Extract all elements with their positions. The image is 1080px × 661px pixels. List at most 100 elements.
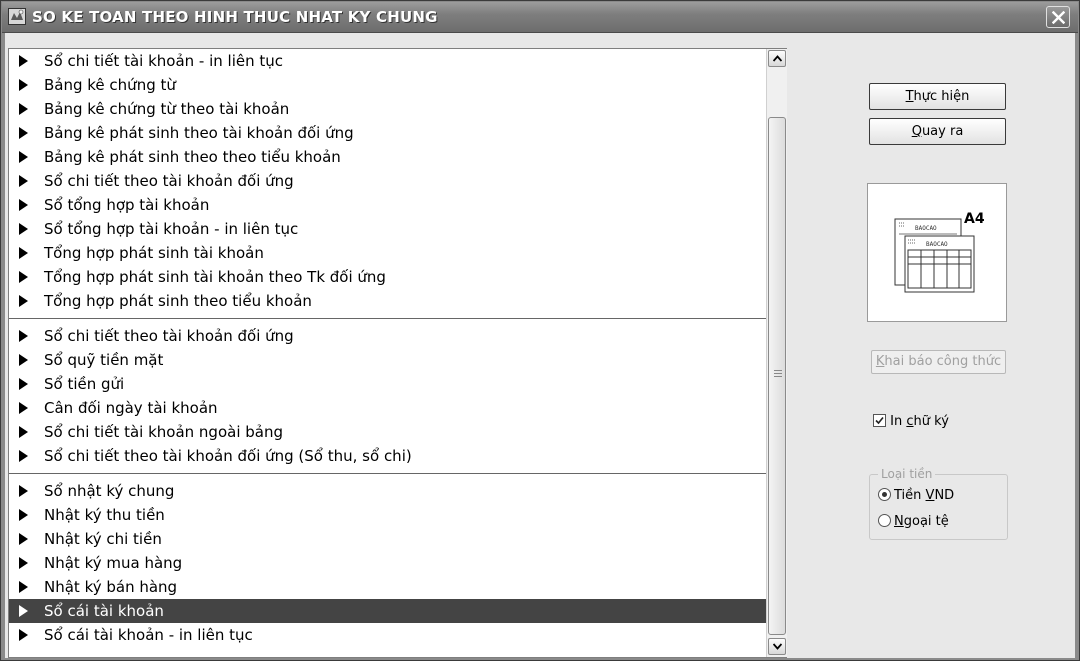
formula-button[interactable]: Khai báo công thức xyxy=(871,350,1006,374)
report-list[interactable]: Sổ chi tiết tài khoản - in liên tục Bảng … xyxy=(8,48,787,658)
list-item-label: Sổ quỹ tiền mặt xyxy=(44,351,164,369)
report-preview-icon: BAOCAO BAOCAO A4 xyxy=(894,211,985,293)
title-bar[interactable]: SO KE TOAN THEO HINH THUC NHAT KY CHUNG xyxy=(2,2,1078,33)
radio-vnd[interactable]: Tiền VND xyxy=(878,488,954,503)
list-item-label: Sổ chi tiết theo tài khoản đối ứng xyxy=(44,172,294,190)
list-item[interactable]: Sổ chi tiết theo tài khoản đối ứng xyxy=(9,169,766,193)
report-preview: BAOCAO BAOCAO A4 xyxy=(867,183,1007,322)
back-button[interactable]: Quay ra xyxy=(869,118,1006,145)
signature-label-prefix: In xyxy=(890,414,907,429)
list-item-label: Sổ tổng hợp tài khoản - in liên tục xyxy=(44,220,299,238)
print-signature-checkbox[interactable] xyxy=(873,414,886,427)
radio-vnd-rest: ND xyxy=(934,488,955,503)
radio-vnd-button[interactable] xyxy=(878,488,891,501)
list-item-label: Sổ chi tiết tài khoản - in liên tục xyxy=(44,52,284,70)
triangle-right-icon xyxy=(19,127,28,139)
triangle-right-icon xyxy=(19,509,28,521)
radio-foreign[interactable]: Ngoại tệ xyxy=(878,514,949,529)
report-window: SO KE TOAN THEO HINH THUC NHAT KY CHUNG … xyxy=(0,0,1080,661)
list-item[interactable]: Bảng kê chứng từ xyxy=(9,73,766,97)
triangle-right-icon xyxy=(19,295,28,307)
triangle-right-icon xyxy=(19,247,28,259)
list-item[interactable]: Tổng hợp phát sinh theo tiểu khoản xyxy=(9,289,766,313)
list-item[interactable]: Sổ cái tài khoản xyxy=(9,599,766,623)
vertical-scrollbar[interactable] xyxy=(766,49,787,657)
list-item[interactable]: Nhật ký thu tiền xyxy=(9,503,766,527)
list-item[interactable]: Sổ chi tiết theo tài khoản đối ứng xyxy=(9,324,766,348)
triangle-right-icon xyxy=(19,485,28,497)
list-item[interactable]: Sổ chi tiết tài khoản - in liên tục xyxy=(9,49,766,73)
formula-label: hai báo công thức xyxy=(884,354,1002,369)
triangle-right-icon xyxy=(19,402,28,414)
list-item[interactable]: Nhật ký bán hàng xyxy=(9,575,766,599)
sheet-label-front: BAOCAO xyxy=(926,241,948,248)
close-button[interactable] xyxy=(1046,6,1070,28)
triangle-right-icon xyxy=(19,199,28,211)
triangle-right-icon xyxy=(19,629,28,641)
list-item[interactable]: Sổ chi tiết theo tài khoản đối ứng (Sổ t… xyxy=(9,444,766,468)
list-item-label: Bảng kê chứng từ xyxy=(44,76,176,94)
list-item-label: Sổ chi tiết tài khoản ngoài bảng xyxy=(44,423,284,441)
list-item[interactable]: Tổng hợp phát sinh tài khoản theo Tk đối… xyxy=(9,265,766,289)
list-item[interactable]: Sổ chi tiết tài khoản ngoài bảng xyxy=(9,420,766,444)
print-signature-option[interactable]: In chữ ký xyxy=(873,414,949,429)
list-item-label: Nhật ký chi tiền xyxy=(44,530,162,548)
list-item-label: Sổ cái tài khoản xyxy=(44,602,164,620)
list-separator xyxy=(9,473,766,474)
list-item[interactable]: Sổ nhật ký chung xyxy=(9,479,766,503)
close-icon xyxy=(1052,11,1065,24)
currency-legend: Loại tiền xyxy=(878,467,936,481)
chevron-down-icon xyxy=(773,643,782,650)
list-item-label: Sổ nhật ký chung xyxy=(44,482,175,500)
list-item[interactable]: Sổ tổng hợp tài khoản xyxy=(9,193,766,217)
radio-foreign-hotkey: N xyxy=(894,514,904,529)
triangle-right-icon xyxy=(19,557,28,569)
execute-label: hực hiện xyxy=(913,89,970,104)
list-item-label: Bảng kê phát sinh theo tài khoản đối ứng xyxy=(44,124,354,142)
triangle-right-icon xyxy=(19,79,28,91)
scroll-down-button[interactable] xyxy=(768,638,786,655)
execute-button[interactable]: Thực hiện xyxy=(869,83,1006,110)
dialog-body: Sổ chi tiết tài khoản - in liên tục Bảng … xyxy=(5,33,1075,658)
app-icon xyxy=(8,8,26,25)
radio-foreign-button[interactable] xyxy=(878,514,891,527)
list-item-label: Tổng hợp phát sinh tài khoản xyxy=(44,244,264,262)
chevron-up-icon xyxy=(773,55,782,62)
list-item-label: Cân đối ngày tài khoản xyxy=(44,399,218,417)
list-item-label: Nhật ký mua hàng xyxy=(44,554,183,572)
sheet-label-back: BAOCAO xyxy=(915,225,937,232)
list-item[interactable]: Tổng hợp phát sinh tài khoản xyxy=(9,241,766,265)
list-item[interactable]: Sổ tổng hợp tài khoản - in liên tục xyxy=(9,217,766,241)
signature-label-rest: hữ ký xyxy=(913,414,949,429)
list-item[interactable]: Sổ quỹ tiền mặt xyxy=(9,348,766,372)
list-item[interactable]: Sổ cái tài khoản - in liên tục xyxy=(9,623,766,647)
triangle-right-icon xyxy=(19,533,28,545)
signature-hotkey: c xyxy=(906,414,914,429)
triangle-right-icon xyxy=(19,605,28,617)
list-item[interactable]: Bảng kê chứng từ theo tài khoản xyxy=(9,97,766,121)
list-item[interactable]: Nhật ký chi tiền xyxy=(9,527,766,551)
list-item-label: Sổ tổng hợp tài khoản xyxy=(44,196,210,214)
report-list-items: Sổ chi tiết tài khoản - in liên tục Bảng … xyxy=(9,49,766,657)
triangle-right-icon xyxy=(19,175,28,187)
scroll-up-button[interactable] xyxy=(768,50,786,67)
triangle-right-icon xyxy=(19,581,28,593)
list-item-label: Nhật ký bán hàng xyxy=(44,578,178,596)
list-item[interactable]: Bảng kê phát sinh theo tài khoản đối ứng xyxy=(9,121,766,145)
currency-group: Loại tiền Tiền VND Ngoại tệ xyxy=(869,467,1008,540)
triangle-right-icon xyxy=(19,55,28,67)
list-item-label: Tổng hợp phát sinh tài khoản theo Tk đối… xyxy=(44,268,386,286)
list-item[interactable]: Cân đối ngày tài khoản xyxy=(9,396,766,420)
list-item[interactable]: Nhật ký mua hàng xyxy=(9,551,766,575)
back-label: uay ra xyxy=(921,124,964,139)
list-item[interactable]: Bảng kê phát sinh theo theo tiểu khoản xyxy=(9,145,766,169)
triangle-right-icon xyxy=(19,426,28,438)
scroll-thumb[interactable] xyxy=(768,117,786,635)
list-item-label: Bảng kê phát sinh theo theo tiểu khoản xyxy=(44,148,341,166)
list-item-label: Sổ chi tiết theo tài khoản đối ứng (Sổ t… xyxy=(44,447,412,465)
list-item[interactable]: Sổ tiền gửi xyxy=(9,372,766,396)
triangle-right-icon xyxy=(19,378,28,390)
back-hotkey: Q xyxy=(911,124,922,139)
list-item-label: Bảng kê chứng từ theo tài khoản xyxy=(44,100,290,118)
triangle-right-icon xyxy=(19,450,28,462)
